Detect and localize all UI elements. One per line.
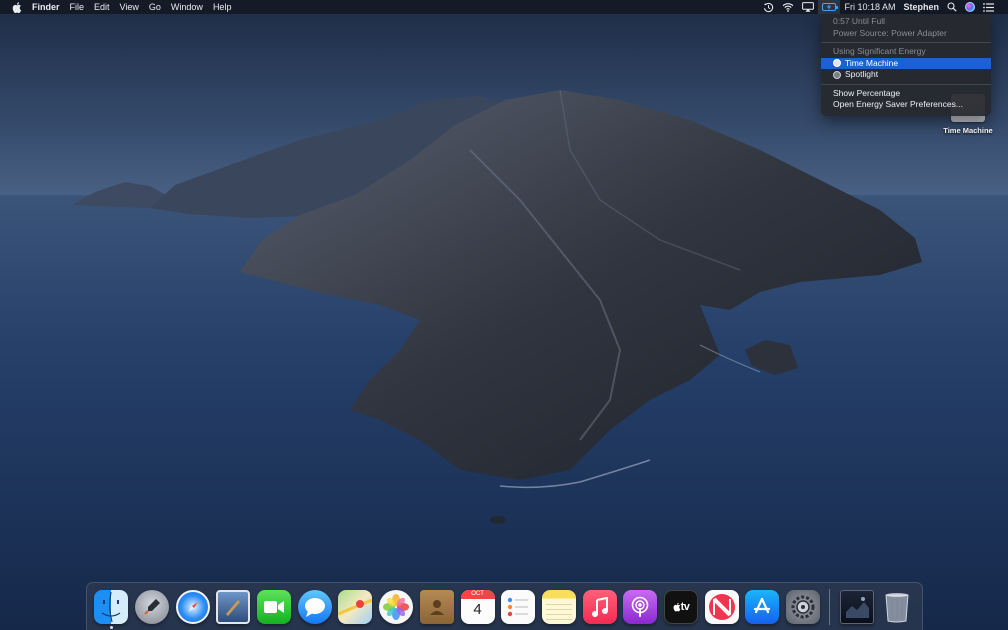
dock-item-podcasts[interactable] [620, 585, 661, 629]
airplay-icon[interactable] [798, 0, 818, 14]
show-percentage-item[interactable]: Show Percentage [821, 88, 991, 100]
open-energy-saver-prefs-item[interactable]: Open Energy Saver Preferences... [821, 99, 991, 111]
maps-icon [338, 589, 373, 624]
facetime-icon [257, 589, 292, 624]
notes-icon [541, 589, 576, 624]
tv-icon-label: tv [680, 600, 690, 613]
dock-item-messages[interactable] [294, 585, 335, 629]
menu-window[interactable]: Window [166, 0, 208, 14]
menu-go[interactable]: Go [144, 0, 166, 14]
menu-separator [821, 83, 991, 85]
launchpad-icon [135, 589, 170, 624]
dock-divider [829, 588, 831, 625]
messages-icon [297, 589, 332, 624]
app-store-icon [745, 589, 780, 624]
menu-app-name[interactable]: Finder [32, 0, 65, 14]
desktop[interactable]: Finder File Edit View Go Window Help Fri… [0, 0, 1008, 630]
dock-item-finder[interactable] [91, 585, 132, 629]
menu-help[interactable]: Help [208, 0, 237, 14]
significant-energy-header: Using Significant Energy [833, 46, 926, 56]
dock-item-calendar[interactable]: OCT 4 [457, 585, 498, 629]
battery-time-until-full: 0:57 Until Full [833, 16, 885, 26]
reminders-icon [501, 589, 536, 624]
dock-item-maps[interactable] [335, 585, 376, 629]
menu-view[interactable]: View [115, 0, 144, 14]
dock-item-downloads-stack[interactable] [836, 585, 877, 629]
energy-app-label: Time Machine [845, 57, 899, 68]
time-machine-app-icon [833, 59, 841, 68]
desktop-icon-label: Time Machine [943, 126, 993, 135]
podcasts-icon [623, 589, 658, 624]
dock: OCT 4 tv [86, 582, 923, 630]
menu-bar: Finder File Edit View Go Window Help Fri… [0, 0, 1008, 14]
calendar-month-label: OCT [460, 589, 495, 599]
notification-center-icon[interactable] [979, 0, 998, 14]
menu-edit[interactable]: Edit [89, 0, 115, 14]
battery-dropdown-menu: 0:57 Until Full Power Source: Power Adap… [821, 14, 991, 116]
spotlight-app-icon [833, 70, 841, 79]
finder-icon [94, 589, 129, 624]
dock-item-reminders[interactable] [498, 585, 539, 629]
energy-app-spotlight[interactable]: Spotlight [821, 69, 991, 81]
dock-item-launchpad[interactable] [132, 585, 173, 629]
battery-charging-icon[interactable] [818, 0, 841, 14]
dock-item-music[interactable] [579, 585, 620, 629]
fast-user-switch[interactable]: Stephen [899, 0, 943, 14]
siri-icon[interactable] [961, 0, 979, 14]
spotlight-search-icon[interactable] [943, 0, 961, 14]
calendar-day-label: 4 [473, 600, 482, 618]
contacts-icon [419, 589, 454, 624]
menu-clock[interactable]: Fri 10:18 AM [840, 0, 899, 14]
menu-separator [821, 42, 991, 43]
tv-icon: tv [663, 589, 698, 624]
dock-item-facetime[interactable] [254, 585, 295, 629]
apple-menu-icon[interactable] [12, 1, 22, 13]
safari-icon [175, 589, 210, 624]
news-icon [704, 589, 739, 624]
downloads-stack-icon [839, 589, 874, 624]
dock-item-app-store[interactable] [742, 585, 783, 629]
dock-item-tv[interactable]: tv [661, 585, 702, 629]
trash-icon [880, 590, 914, 624]
wifi-icon[interactable] [778, 0, 798, 14]
dock-item-trash[interactable] [877, 585, 918, 629]
dock-item-system-preferences[interactable] [783, 585, 824, 629]
running-indicator [109, 625, 113, 629]
energy-app-time-machine[interactable]: Time Machine [821, 57, 991, 69]
dock-item-photos[interactable] [376, 585, 417, 629]
calendar-icon: OCT 4 [460, 589, 495, 624]
dock-item-safari[interactable] [172, 585, 213, 629]
photos-icon [379, 589, 414, 624]
menu-file[interactable]: File [65, 0, 90, 14]
dock-item-contacts[interactable] [417, 585, 458, 629]
mail-icon [216, 589, 251, 624]
music-icon [582, 589, 617, 624]
dock-item-mail[interactable] [213, 585, 254, 629]
energy-app-label: Spotlight [845, 69, 879, 79]
time-machine-icon[interactable] [759, 0, 778, 14]
battery-power-source: Power Source: Power Adapter [833, 27, 947, 38]
system-preferences-icon [786, 589, 821, 624]
dock-item-notes[interactable] [539, 585, 580, 629]
dock-item-news[interactable] [701, 585, 742, 629]
